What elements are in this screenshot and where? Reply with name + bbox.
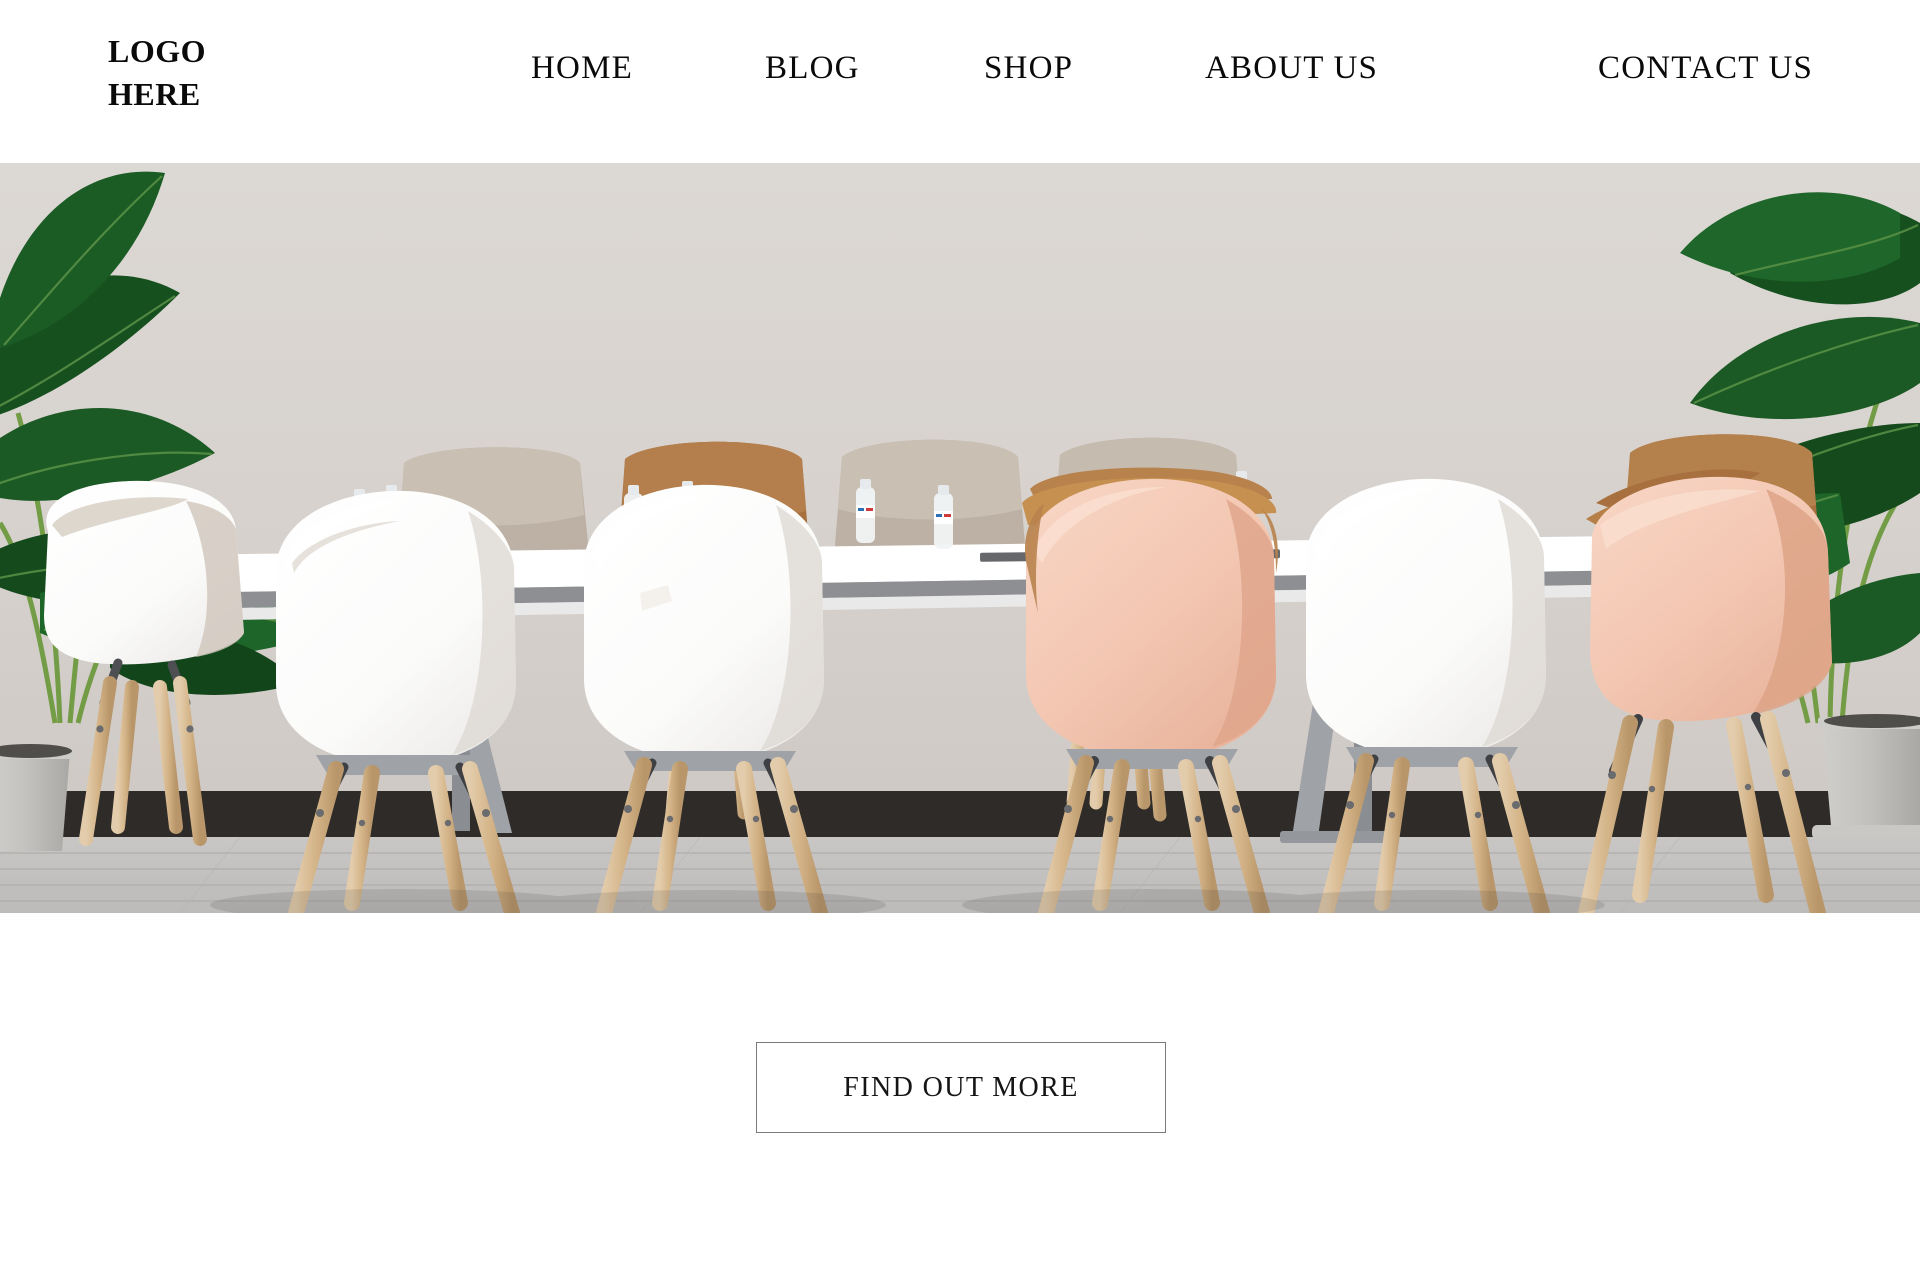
cta-section: FIND OUT MORE <box>0 913 1920 1280</box>
find-out-more-button[interactable]: FIND OUT MORE <box>756 1042 1166 1133</box>
nav-item-about-us[interactable]: ABOUT US <box>1205 50 1378 87</box>
site-header: LOGO HERE HOME BLOG SHOP ABOUT US CONTAC… <box>0 0 1920 163</box>
nav-item-shop[interactable]: SHOP <box>984 50 1073 87</box>
landing-page: LOGO HERE HOME BLOG SHOP ABOUT US CONTAC… <box>0 0 1920 1280</box>
nav-item-home[interactable]: HOME <box>531 50 633 87</box>
hero-image <box>0 163 1920 913</box>
nav-item-blog[interactable]: BLOG <box>765 50 860 87</box>
hero-illustration <box>0 163 1920 913</box>
primary-navigation: HOME BLOG SHOP ABOUT US CONTACT US <box>0 0 1920 163</box>
nav-item-contact-us[interactable]: CONTACT US <box>1598 50 1813 87</box>
find-out-more-label: FIND OUT MORE <box>843 1071 1079 1103</box>
